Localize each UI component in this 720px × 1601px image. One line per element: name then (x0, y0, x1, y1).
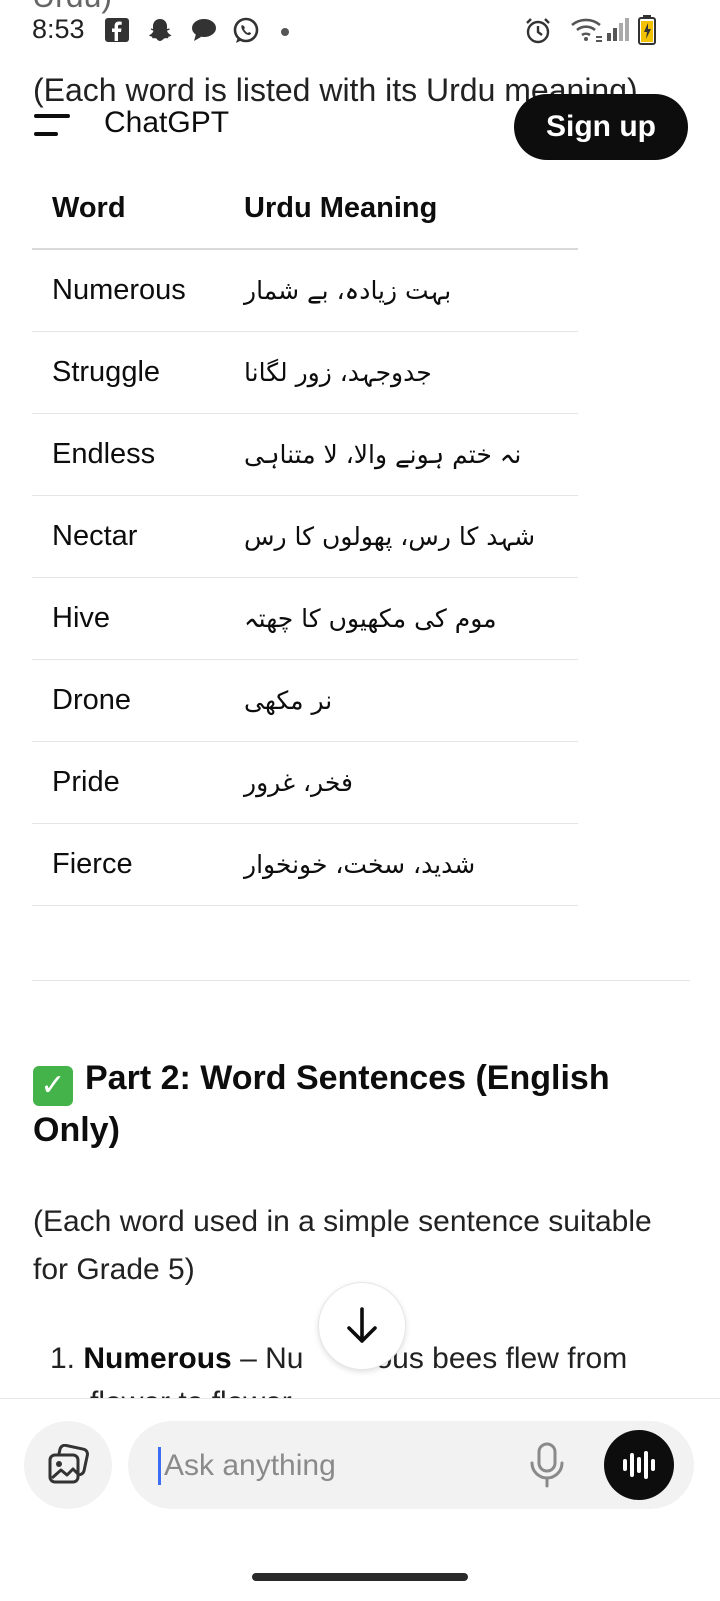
table-row: Struggle جدوجہد، زور لگانا (32, 331, 578, 414)
voice-mode-button[interactable] (604, 1430, 674, 1500)
table-header-row: Word Urdu Meaning (32, 168, 578, 250)
table-row: Numerous بہت زیادہ، بے شمار (32, 249, 578, 332)
section-divider (32, 980, 690, 981)
attach-image-button[interactable] (24, 1421, 112, 1509)
section-description: (Each word used in a simple sentence sui… (33, 1205, 652, 1286)
word-cell: Fierce (32, 823, 224, 906)
arrow-down-icon (347, 1307, 377, 1343)
status-bar: 8:53 (0, 0, 720, 64)
vocab-table: Word Urdu Meaning Numerous بہت زیادہ، بے… (32, 168, 578, 906)
scroll-to-bottom-button[interactable] (318, 1282, 406, 1370)
section-heading-text: Part 2: Word Sentences (English Only) (33, 1059, 610, 1149)
ask-anything-input[interactable] (162, 1421, 506, 1511)
column-header-urdu-meaning: Urdu Meaning (224, 168, 578, 250)
word-cell: Numerous (32, 249, 224, 332)
app-header: ChatGPT Sign up (0, 94, 720, 160)
urdu-meaning-cell: شدید، سخت، خونخوار (244, 850, 476, 879)
word-cell: Struggle (32, 331, 224, 414)
facebook-icon (105, 18, 129, 42)
column-header-word: Word (32, 168, 224, 250)
list-text-end: ous bees flew from (375, 1342, 628, 1375)
word-cell: Drone (32, 659, 224, 742)
list-number: 1. (50, 1342, 76, 1375)
check-mark-icon: ✓ (33, 1066, 73, 1106)
table-row: Fierce شدید، سخت، خونخوار (32, 823, 578, 906)
list-word: Numerous (83, 1342, 232, 1375)
voice-mode-icon (623, 1451, 655, 1479)
table-row: Endless نہ ختم ہونے والا، لا متناہی (32, 413, 578, 496)
urdu-meaning-cell: جدوجہد، زور لگانا (244, 358, 432, 387)
microphone-icon[interactable] (524, 1441, 570, 1489)
word-cell: Nectar (32, 495, 224, 578)
urdu-meaning-cell: نہ ختم ہونے والا، لا متناہی (244, 440, 522, 469)
home-indicator[interactable] (252, 1573, 468, 1581)
word-cell: Hive (32, 577, 224, 660)
table-row: Drone نر مکھی (32, 659, 578, 742)
table-row: Hive موم کی مکھیوں کا چھتہ (32, 577, 578, 660)
word-cell: Pride (32, 741, 224, 824)
image-attach-icon (48, 1444, 89, 1484)
alarm-icon (526, 18, 550, 44)
sign-up-button[interactable]: Sign up (514, 94, 688, 160)
urdu-meaning-cell: بہت زیادہ، بے شمار (244, 276, 452, 305)
chat-bubble-icon (192, 19, 216, 41)
signal-icon (607, 18, 629, 41)
urdu-meaning-cell: موم کی مکھیوں کا چھتہ (244, 604, 497, 633)
text-cursor (158, 1447, 161, 1485)
dot-icon (281, 28, 289, 36)
table-row: Pride فخر، غرور (32, 741, 578, 824)
list-dash: – (231, 1342, 266, 1375)
message-input-container[interactable] (128, 1421, 694, 1511)
list-text-start: Nu (265, 1342, 304, 1375)
table-row: Nectar شہد کا رس، پھولوں کا رس (32, 495, 578, 578)
section-heading: ✓ Part 2: Word Sentences (English Only) (33, 1054, 683, 1154)
app-title: ChatGPT (104, 106, 230, 139)
wifi-icon (571, 18, 602, 42)
menu-icon[interactable] (34, 112, 72, 140)
urdu-meaning-cell: شہد کا رس، پھولوں کا رس (244, 522, 536, 551)
status-time: 8:53 (32, 14, 85, 44)
word-cell: Endless (32, 413, 224, 496)
battery-charging-icon (638, 15, 656, 45)
whatsapp-icon (233, 17, 259, 43)
composer-bar (0, 1398, 720, 1601)
urdu-meaning-cell: نر مکھی (244, 686, 333, 715)
urdu-meaning-cell: فخر، غرور (244, 768, 353, 797)
snapchat-icon (149, 19, 172, 41)
